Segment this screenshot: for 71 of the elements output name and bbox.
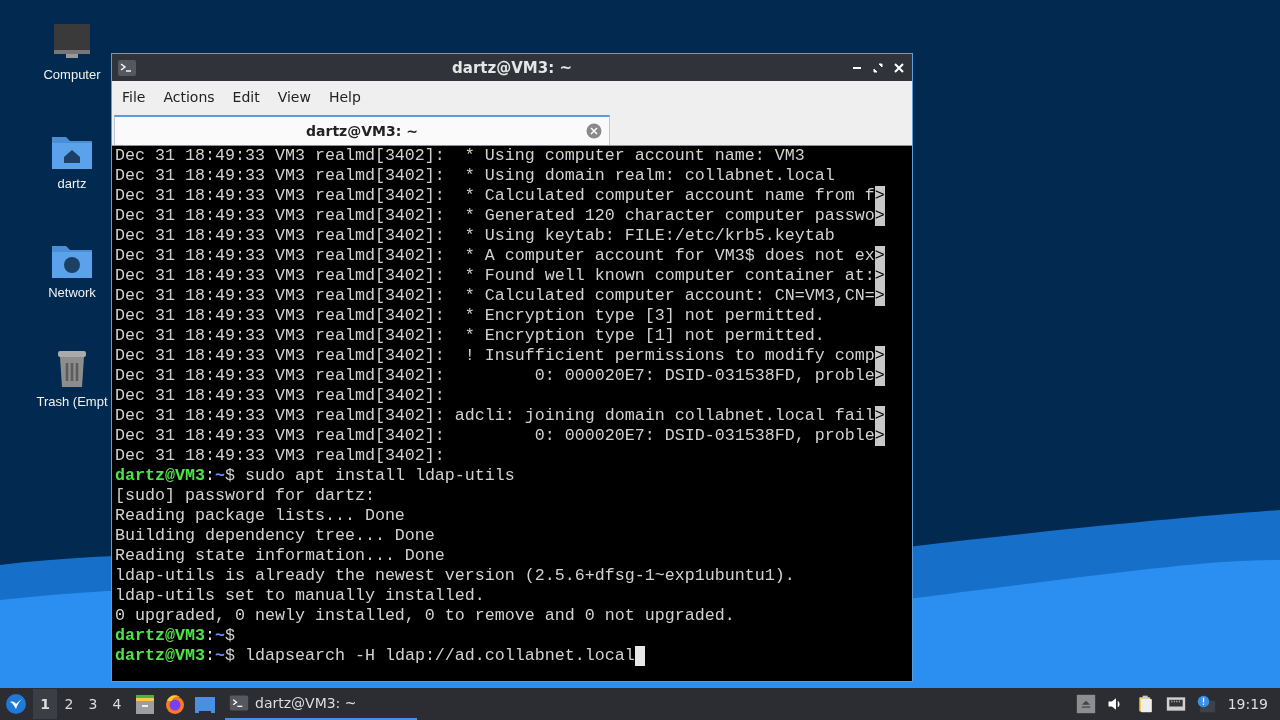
prompt-path: ~ [214,646,225,666]
workspace-button[interactable]: 1 [33,689,57,719]
output-line: Dec 31 18:49:33 VM3 realmd[3402]: * Encryption type [1] not permitted. [115,326,825,346]
icon-label[interactable]: dartz [57,176,87,191]
output-line: ldap-utils set to manually installed. [115,586,485,606]
command-text: $ ldapsearch -H ldap://ad.collabnet.local [224,646,635,666]
menu-item[interactable]: Edit [224,89,268,105]
output-line: ldap-utils is already the newest version (2.5.6+dfsg-1~exp1ubuntu1). [115,566,795,586]
output-line: Dec 31 18:49:33 VM3 realmd[3402]: * Encryption type [3] not permitted. [115,306,825,326]
menu-item[interactable]: Actions [155,89,223,105]
clock[interactable]: 19:19 [1227,696,1268,712]
line-overflow-marker: > [874,286,885,306]
line-overflow-marker: > [874,206,885,226]
menu-item[interactable]: Help [320,89,369,105]
menu-item[interactable]: File [114,89,154,105]
browser-icon[interactable] [163,692,187,716]
output-line: Dec 31 18:49:33 VM3 realmd[3402]: adcli: joining domain collabnet.local fail [115,406,875,426]
close-icon[interactable] [894,62,904,73]
output-line: Reading state information... Done [115,546,445,566]
icon-label[interactable]: Network [48,285,96,300]
line-overflow-marker: > [874,346,885,366]
output-line: Dec 31 18:49:33 VM3 realmd[3402]: * A computer account for VM3$ does not ex [115,246,875,266]
terminal-icon [118,59,136,76]
notification-icon[interactable] [1195,694,1216,714]
output-line: Dec 31 18:49:33 VM3 realmd[3402]: 0: 000020E7: DSID-031538FD, proble [115,426,875,446]
prompt-path: ~ [214,626,225,646]
menu-item[interactable]: View [269,89,319,105]
output-line: [sudo] password for dartz: [115,486,375,506]
output-line: Dec 31 18:49:33 VM3 realmd[3402]: [115,386,445,406]
prompt-separator: : [204,626,215,646]
output-line: Building dependency tree... Done [115,526,435,546]
file-cabinet-icon[interactable] [133,692,157,716]
command-text: $ sudo apt install ldap-utils [224,466,515,486]
output-line: Dec 31 18:49:33 VM3 realmd[3402]: [115,446,445,466]
command-text: $ [224,626,235,646]
ethernet-icon[interactable] [1165,694,1186,714]
output-line: Reading package lists... Done [115,506,405,526]
prompt-separator: : [204,466,215,486]
output-line: Dec 31 18:49:33 VM3 realmd[3402]: * Found well known computer container at: [115,266,875,286]
prompt-user: dartz@VM3 [115,466,205,486]
prompt-path: ~ [214,466,225,486]
workspace-button[interactable]: 3 [81,689,105,719]
maximize-icon[interactable] [873,62,883,73]
terminal-tab[interactable]: dartz@VM3: ~ [114,115,610,145]
eject-icon[interactable] [1075,694,1096,714]
output-line: Dec 31 18:49:33 VM3 realmd[3402]: * Using computer account name: VM3 [115,146,805,166]
output-line: Dec 31 18:49:33 VM3 realmd[3402]: * Using keytab: FILE:/etc/krb5.keytab [115,226,835,246]
output-line: Dec 31 18:49:33 VM3 realmd[3402]: * Calculated computer account name from f [115,186,875,206]
output-line: Dec 31 18:49:33 VM3 realmd[3402]: ! Insufficient permissions to modify comp [115,346,875,366]
output-line: Dec 31 18:49:33 VM3 realmd[3402]: * Calculated computer account: CN=VM3,CN= [115,286,875,306]
prompt-user: dartz@VM3 [115,646,205,666]
output-line: Dec 31 18:49:33 VM3 realmd[3402]: 0: 000020E7: DSID-031538FD, proble [115,366,875,386]
start-menu-icon[interactable] [5,693,27,715]
line-overflow-marker: > [874,266,885,286]
line-overflow-marker: > [874,426,885,446]
line-overflow-marker: > [874,246,885,266]
output-line: Dec 31 18:49:33 VM3 realmd[3402]: * Using domain realm: collabnet.local [115,166,835,186]
prompt-user: dartz@VM3 [115,626,205,646]
taskbar-task[interactable]: dartz@VM3: ~ [225,688,417,720]
line-overflow-marker: > [874,366,885,386]
window-title: dartz@VM3: ~ [451,58,573,77]
workspace-button[interactable]: 2 [57,689,81,719]
icon-label[interactable]: Computer [43,67,101,82]
workspace-button[interactable]: 4 [105,689,129,719]
line-overflow-marker: > [874,406,885,426]
output-line: 0 upgraded, 0 newly installed, 0 to remove and 0 not upgraded. [115,606,735,626]
prompt-separator: : [204,646,215,666]
terminal-icon [229,693,249,713]
icon-label[interactable]: Trash (Empt [36,394,108,409]
output-line: Dec 31 18:49:33 VM3 realmd[3402]: * Generated 120 character computer passwo [115,206,875,226]
line-overflow-marker: > [874,186,885,206]
